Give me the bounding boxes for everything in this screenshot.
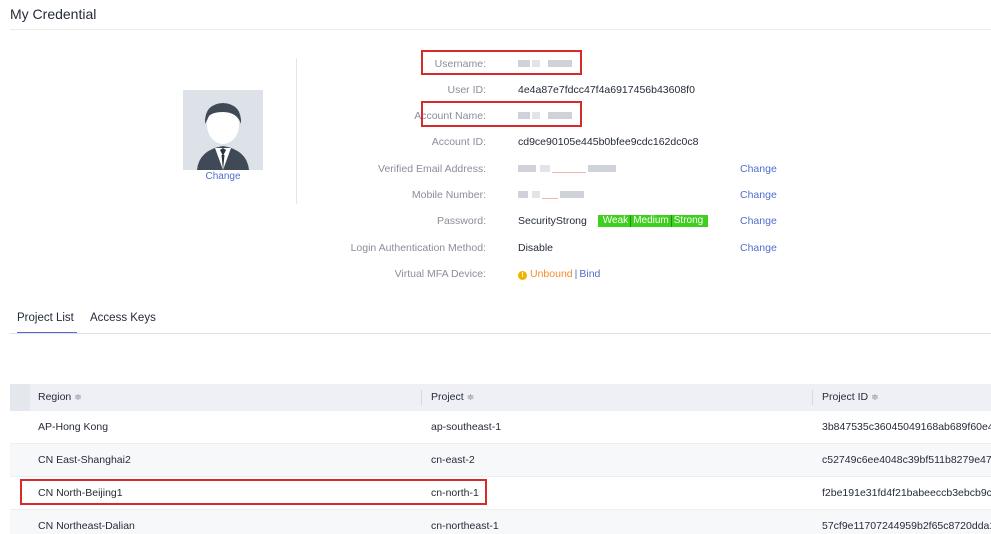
warning-icon: ! bbox=[518, 271, 527, 280]
password-change-link[interactable]: Change bbox=[740, 213, 777, 229]
mfa-label: Virtual MFA Device: bbox=[394, 268, 486, 280]
table-row[interactable]: CN East-Shanghai2 cn-east-2 c52749c6ee40… bbox=[10, 444, 991, 477]
header-edge bbox=[10, 384, 30, 411]
cell-project: cn-northeast-1 bbox=[431, 520, 499, 532]
mobile-label: Mobile Number: bbox=[411, 189, 486, 201]
column-separator bbox=[421, 390, 422, 405]
cell-project-id: 3b847535c36045049168ab689f60e45b bbox=[822, 421, 991, 433]
info-row-password: Password: SecurityStrong Weak Medium Stron… bbox=[300, 213, 860, 229]
email-label: Verified Email Address: bbox=[378, 163, 486, 175]
mobile-change-link[interactable]: Change bbox=[740, 187, 777, 203]
mfa-status: Unbound bbox=[530, 268, 573, 280]
login-auth-label: Login Authentication Method: bbox=[350, 242, 486, 254]
cell-project-id: 57cf9e11707244959b2f65c8720dda10 bbox=[822, 520, 991, 532]
table-row[interactable]: CN Northeast-Dalian cn-northeast-1 57cf9… bbox=[10, 510, 991, 534]
column-label: Project bbox=[431, 391, 464, 403]
sort-icon: ≑ bbox=[871, 392, 879, 402]
account-id-value: cd9ce90105e445b0bfee9cdc162dc0c8 bbox=[518, 136, 699, 148]
tab-divider bbox=[10, 333, 991, 334]
highlight-beijing-row bbox=[20, 479, 487, 505]
password-label: Password: bbox=[436, 215, 486, 227]
title-divider bbox=[10, 29, 991, 30]
column-header-project[interactable]: Project ≑ bbox=[431, 384, 474, 411]
user-id-value: 4e4a87e7fdcc47f4a6917456b43608f0 bbox=[518, 84, 695, 96]
info-row-email: Verified Email Address: Change bbox=[300, 161, 860, 177]
mfa-separator: | bbox=[574, 268, 578, 280]
cell-project: cn-east-2 bbox=[431, 454, 475, 466]
vertical-divider bbox=[296, 58, 297, 204]
table-header: Region ≑ Project ≑ Project ID ≑ bbox=[10, 384, 991, 411]
highlight-username bbox=[421, 50, 582, 75]
login-auth-value: Disable bbox=[518, 242, 554, 254]
email-change-link[interactable]: Change bbox=[740, 161, 777, 177]
strength-medium: Medium bbox=[630, 215, 671, 227]
cell-region: CN East-Shanghai2 bbox=[38, 454, 131, 466]
password-value: SecurityStrong Weak Medium Strong bbox=[518, 213, 709, 229]
email-value bbox=[518, 161, 618, 177]
tab-access-keys[interactable]: Access Keys bbox=[90, 312, 156, 334]
mfa-value: ! Unbound | Bind bbox=[518, 266, 600, 282]
account-id-label: Account ID: bbox=[431, 136, 486, 148]
info-row-mobile: Mobile Number: Change bbox=[300, 187, 860, 203]
redacted-value bbox=[518, 165, 618, 174]
info-row-account-id: Account ID: cd9ce90105e445b0bfee9cdc162d… bbox=[300, 134, 860, 150]
sort-icon: ≑ bbox=[74, 392, 82, 402]
info-row-mfa: Virtual MFA Device: ! Unbound | Bind bbox=[300, 266, 860, 282]
password-strength-meter: Weak Medium Strong bbox=[597, 215, 709, 227]
page-title: My Credential bbox=[10, 6, 97, 22]
sort-icon: ≑ bbox=[466, 392, 475, 402]
strength-weak: Weak bbox=[602, 215, 629, 226]
cell-project: ap-southeast-1 bbox=[431, 421, 502, 433]
column-separator bbox=[812, 390, 813, 405]
column-label: Region bbox=[38, 391, 72, 403]
password-strength-text: SecurityStrong bbox=[518, 215, 587, 227]
strength-strong: Strong bbox=[670, 215, 705, 227]
mobile-value bbox=[518, 187, 588, 203]
info-row-login-auth: Login Authentication Method: Disable Cha… bbox=[300, 240, 860, 256]
tab-project-list[interactable]: Project List bbox=[17, 312, 77, 334]
mfa-bind-link[interactable]: Bind bbox=[579, 268, 600, 280]
table-row[interactable]: AP-Hong Kong ap-southeast-1 3b847535c360… bbox=[10, 411, 991, 444]
column-header-region[interactable]: Region ≑ bbox=[38, 384, 82, 411]
redacted-value bbox=[518, 191, 588, 200]
info-row-user-id: User ID: 4e4a87e7fdcc47f4a6917456b43608f… bbox=[300, 82, 860, 98]
user-id-label: User ID: bbox=[447, 84, 486, 96]
cell-project-id: f2be191e31fd4f21babeeccb3ebcb9c9 bbox=[822, 487, 991, 499]
user-avatar-icon bbox=[183, 90, 263, 170]
cell-region: AP-Hong Kong bbox=[38, 421, 109, 433]
column-label: Project ID bbox=[822, 391, 869, 403]
cell-project-id: c52749c6ee4048c39bf511b8279e4775 bbox=[822, 454, 991, 466]
cell-region: CN Northeast-Dalian bbox=[38, 520, 135, 532]
column-header-project-id[interactable]: Project ID ≑ bbox=[822, 384, 879, 411]
highlight-account-name bbox=[421, 101, 582, 127]
avatar-change-link[interactable]: Change bbox=[183, 171, 263, 182]
login-auth-change-link[interactable]: Change bbox=[740, 240, 777, 256]
avatar bbox=[183, 90, 263, 170]
